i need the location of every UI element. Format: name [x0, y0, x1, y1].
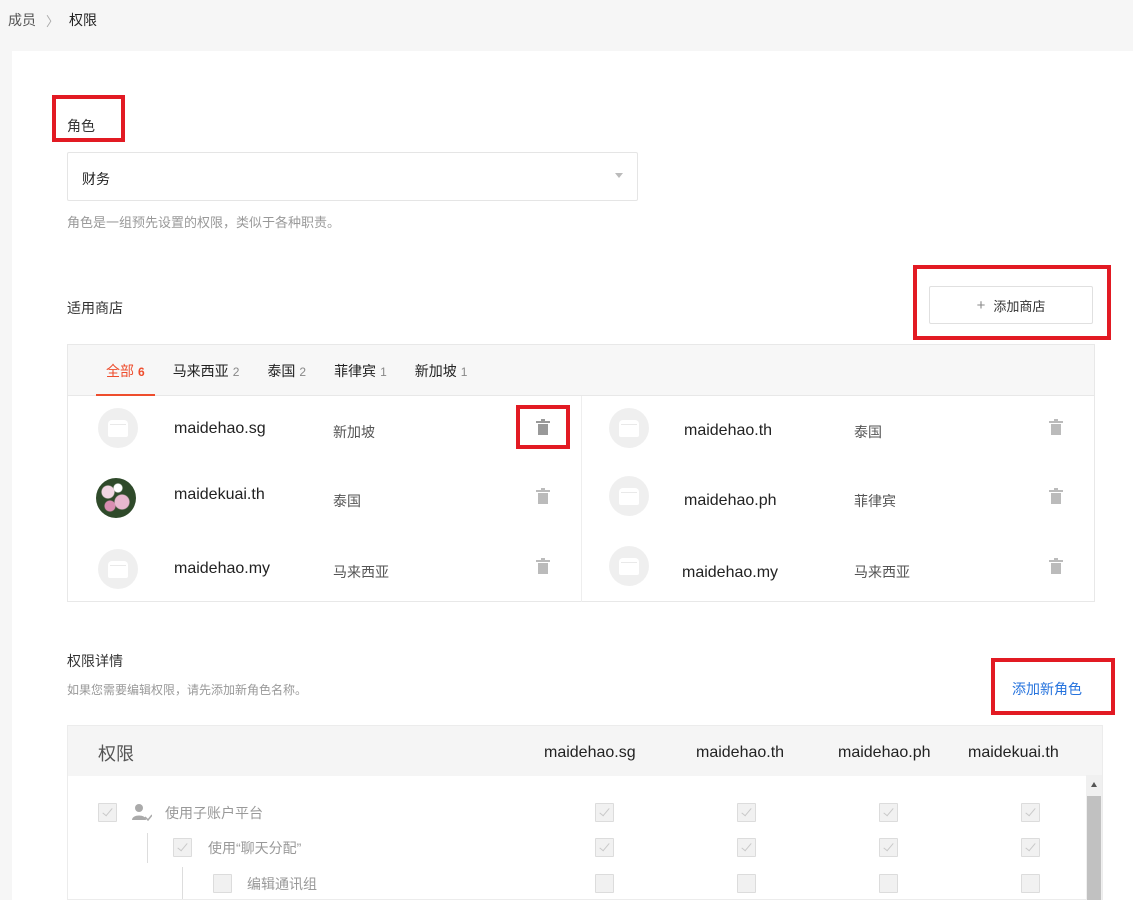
permission-checkbox-shop[interactable] [1021, 803, 1040, 822]
permission-checkbox-shop[interactable] [595, 838, 614, 857]
shop-name: maidehao.my [174, 560, 271, 577]
permission-checkbox-shop[interactable] [1021, 838, 1040, 857]
shop-region: 马来西亚 [333, 564, 389, 580]
shop-region: 泰国 [854, 424, 882, 440]
tab-count: 6 [138, 365, 145, 379]
tab-label: 菲律宾 [334, 363, 377, 379]
plus-icon: + [976, 296, 986, 314]
region-tabs: 全部 6 马来西亚 2 泰国 2 菲律宾 1 新加坡 1 [68, 345, 1094, 396]
permission-checkbox-shop[interactable] [879, 803, 898, 822]
shop-avatar [98, 549, 138, 589]
trash-icon[interactable] [1049, 419, 1063, 435]
store-icon [619, 487, 639, 505]
add-new-role-link[interactable]: 添加新角色 [1012, 679, 1082, 699]
breadcrumb: 成员 〉 权限 [8, 10, 97, 30]
role-select-value: 财务 [82, 171, 110, 187]
permission-checkbox-shop[interactable] [595, 874, 614, 893]
add-shop-button[interactable]: + 添加商店 [929, 286, 1093, 324]
permission-label: 使用“聊天分配” [208, 840, 302, 856]
permission-checkbox-shop[interactable] [737, 838, 756, 857]
permissions-title: 权限详情 [67, 653, 123, 669]
shop-region: 新加坡 [333, 424, 375, 440]
trash-icon[interactable] [1049, 488, 1063, 504]
permission-checkbox-shop[interactable] [595, 803, 614, 822]
role-hint: 角色是一组预先设置的权限，类似于各种职责。 [67, 215, 341, 230]
shop-name: maidehao.th [684, 422, 773, 439]
permissions-table-header: 权限 maidehao.sg maidehao.th maidehao.ph m… [68, 726, 1102, 776]
breadcrumb-members-link[interactable]: 成员 [8, 10, 36, 30]
column-header-shop: maidehao.ph [838, 744, 931, 761]
user-icon [132, 804, 152, 821]
trash-icon[interactable] [536, 488, 550, 504]
shop-avatar [609, 476, 649, 516]
tab-malaysia[interactable]: 马来西亚 2 [163, 361, 250, 395]
column-header-shop: maidehao.th [696, 744, 785, 761]
tab-thailand[interactable]: 泰国 2 [257, 361, 316, 395]
permission-checkbox-shop[interactable] [879, 874, 898, 893]
permission-label: 编辑通讯组 [247, 876, 317, 892]
shop-region: 泰国 [333, 493, 361, 509]
tab-all[interactable]: 全部 6 [96, 361, 155, 396]
store-icon [108, 419, 128, 437]
tab-philippines[interactable]: 菲律宾 1 [324, 361, 397, 395]
shop-name: maidehao.my [682, 564, 779, 581]
shop-region: 马来西亚 [854, 564, 910, 580]
tab-count: 2 [232, 365, 240, 379]
add-shop-button-label: 添加商店 [993, 298, 1046, 314]
permission-checkbox[interactable] [98, 803, 117, 822]
shop-region: 菲律宾 [854, 493, 896, 509]
permission-row: 使用“聊天分配” [68, 832, 1102, 866]
shop-avatar [609, 408, 649, 448]
tab-count: 1 [380, 365, 387, 379]
shop-avatar [609, 546, 649, 586]
store-icon [619, 557, 639, 575]
column-divider [581, 396, 582, 602]
breadcrumb-current: 权限 [69, 12, 98, 28]
column-header-permission: 权限 [98, 744, 134, 764]
tab-count: 1 [460, 365, 468, 379]
scroll-up-arrow-icon[interactable] [1091, 782, 1097, 787]
permissions-hint: 如果您需要编辑权限，请先添加新角色名称。 [67, 683, 308, 697]
column-header-shop: maidekuai.th [968, 744, 1059, 761]
permission-checkbox-shop[interactable] [879, 838, 898, 857]
trash-icon[interactable] [1049, 558, 1063, 574]
trash-icon[interactable] [536, 558, 550, 574]
tab-label: 泰国 [267, 363, 296, 379]
breadcrumb-separator: 〉 [46, 13, 60, 29]
shop-grid: maidehao.sg 新加坡 maidehao.th 泰国 maidekuai… [68, 396, 1094, 602]
shop-name: maidehao.sg [174, 420, 266, 437]
role-label: 角色 [67, 118, 95, 134]
trash-icon[interactable] [536, 419, 550, 435]
tab-singapore[interactable]: 新加坡 1 [405, 361, 478, 395]
permission-checkbox-shop[interactable] [737, 803, 756, 822]
shop-avatar [98, 408, 138, 448]
permission-checkbox-shop[interactable] [1021, 874, 1040, 893]
shop-avatar-photo [96, 478, 136, 518]
permission-checkbox[interactable] [213, 874, 232, 893]
permission-row: 使用子账户平台 [68, 796, 1102, 830]
tab-label: 马来西亚 [172, 363, 229, 379]
shop-name: maidekuai.th [174, 486, 265, 503]
role-select[interactable]: 财务 [67, 152, 638, 201]
shop-list-panel: 全部 6 马来西亚 2 泰国 2 菲律宾 1 新加坡 1 maidehao.sg… [67, 344, 1095, 602]
permission-checkbox-shop[interactable] [737, 874, 756, 893]
column-header-shop: maidehao.sg [544, 744, 636, 761]
shops-label: 适用商店 [67, 300, 123, 316]
permission-checkbox[interactable] [173, 838, 192, 857]
shop-name: maidehao.ph [684, 492, 777, 509]
permission-row: 编辑通讯组 [68, 868, 1102, 899]
tab-label: 全部 [106, 363, 134, 379]
chevron-down-icon [615, 173, 623, 178]
store-icon [619, 419, 639, 437]
scrollbar-thumb[interactable] [1087, 796, 1101, 900]
tab-count: 2 [299, 365, 307, 379]
tab-label: 新加坡 [414, 363, 457, 379]
store-icon [108, 560, 128, 578]
permissions-table: 权限 maidehao.sg maidehao.th maidehao.ph m… [67, 725, 1103, 900]
permission-label: 使用子账户平台 [165, 805, 263, 821]
